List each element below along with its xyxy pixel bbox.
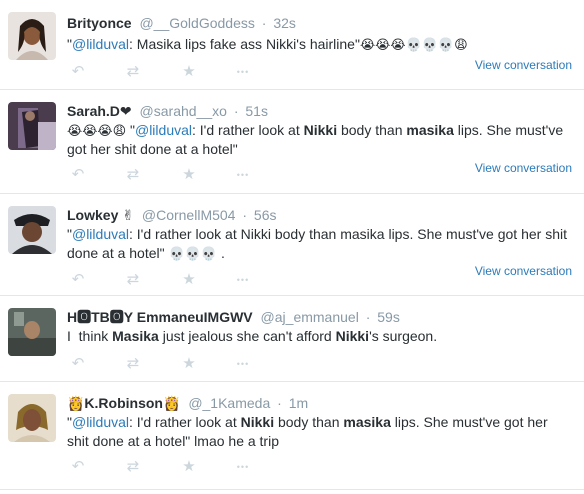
display-name[interactable]: Lowkey ✌ bbox=[67, 207, 134, 223]
tweet-text-segment: : Masika lips fake ass Nikki's hairline" bbox=[129, 36, 360, 52]
username[interactable]: @aj_emmanuel bbox=[261, 309, 359, 325]
tweet-text: "@lilduval: I'd rather look at Nikki bod… bbox=[67, 413, 572, 451]
highlighted-keyword: masika bbox=[406, 122, 454, 138]
tweet-text-segment: body than bbox=[337, 122, 407, 138]
tweet-text-segment: just jealous she can't afford bbox=[158, 328, 336, 344]
retweet-icon[interactable]: ⇄ bbox=[122, 458, 144, 476]
separator-dot: · bbox=[261, 15, 267, 31]
username[interactable]: @CornellM504 bbox=[142, 207, 236, 223]
mention-link[interactable]: @lilduval bbox=[72, 226, 129, 242]
view-conversation-link[interactable]: View conversation bbox=[475, 161, 572, 175]
view-conversation-link[interactable]: View conversation bbox=[475, 264, 572, 278]
tweet-text: "@lilduval: Masika lips fake ass Nikki's… bbox=[67, 35, 572, 54]
tweet[interactable]: H🅾TB🅾Y EmmaneuIMGWV @aj_emmanuel · 59s I… bbox=[0, 296, 584, 382]
mention-link[interactable]: @lilduval bbox=[72, 36, 129, 52]
highlighted-keyword: Nikki bbox=[303, 122, 338, 138]
tweet-text: 😭😭😭😩 "@lilduval: I'd rather look at Nikk… bbox=[67, 121, 572, 159]
avatar[interactable] bbox=[8, 12, 56, 60]
reply-icon[interactable]: ↶ bbox=[67, 63, 89, 81]
highlighted-keyword: masika bbox=[343, 414, 391, 430]
view-conversation-link[interactable]: View conversation bbox=[475, 58, 572, 72]
emoji-group: 😭😭😭😩 bbox=[67, 123, 127, 138]
retweet-icon[interactable]: ⇄ bbox=[122, 355, 144, 373]
tweet-text-segment: : I'd rather look at Nikki body than mas… bbox=[67, 226, 571, 261]
timestamp[interactable]: 56s bbox=[254, 207, 277, 223]
favorite-icon[interactable]: ★ bbox=[178, 271, 200, 289]
retweet-icon[interactable]: ⇄ bbox=[122, 166, 144, 184]
avatar[interactable] bbox=[8, 102, 56, 150]
more-icon[interactable]: ••• bbox=[230, 63, 256, 81]
username[interactable]: @__GoldGoddess bbox=[139, 15, 254, 31]
tweet-text-segment: . bbox=[217, 245, 225, 261]
favorite-icon[interactable]: ★ bbox=[178, 166, 200, 184]
separator-dot: · bbox=[365, 309, 371, 325]
reply-icon[interactable]: ↶ bbox=[67, 355, 89, 373]
tweet-actions: ↶ ⇄ ★ ••• bbox=[67, 63, 267, 81]
reply-icon[interactable]: ↶ bbox=[67, 458, 89, 476]
more-icon[interactable]: ••• bbox=[230, 271, 256, 289]
highlighted-keyword: Masika bbox=[112, 328, 159, 344]
more-icon[interactable]: ••• bbox=[230, 458, 256, 476]
username[interactable]: @_1Kameda bbox=[188, 395, 270, 411]
display-name[interactable]: 👸K.Robinson👸 bbox=[67, 395, 180, 411]
emoji-group: 💀💀💀 bbox=[168, 246, 218, 261]
tweet-text: I think Masika just jealous she can't af… bbox=[67, 327, 572, 346]
tweet-text-segment: I think bbox=[67, 328, 113, 344]
timestamp[interactable]: 51s bbox=[245, 103, 268, 119]
tweet-text-segment: body than bbox=[274, 414, 344, 430]
timestamp[interactable]: 32s bbox=[273, 15, 296, 31]
favorite-icon[interactable]: ★ bbox=[178, 355, 200, 373]
favorite-icon[interactable]: ★ bbox=[178, 458, 200, 476]
tweet-actions: ↶ ⇄ ★ ••• bbox=[67, 166, 267, 184]
tweet[interactable]: 👸K.Robinson👸 @_1Kameda · 1m "@lilduval: … bbox=[0, 382, 584, 490]
avatar[interactable] bbox=[8, 308, 56, 356]
display-name[interactable]: Brityonce bbox=[67, 15, 132, 31]
display-name[interactable]: Sarah.D❤ bbox=[67, 103, 132, 119]
reply-icon[interactable]: ↶ bbox=[67, 166, 89, 184]
tweet-actions: ↶ ⇄ ★ ••• bbox=[67, 271, 267, 289]
username[interactable]: @sarahd__xo bbox=[140, 103, 227, 119]
more-icon[interactable]: ••• bbox=[230, 355, 256, 373]
tweet[interactable]: Brityonce @__GoldGoddess · 32s "@lilduva… bbox=[0, 0, 584, 90]
tweet[interactable]: Lowkey ✌ @CornellM504 · 56s "@lilduval: … bbox=[0, 194, 584, 296]
favorite-icon[interactable]: ★ bbox=[178, 63, 200, 81]
mention-link[interactable]: @lilduval bbox=[72, 414, 129, 430]
tweet-actions: ↶ ⇄ ★ ••• bbox=[67, 355, 267, 373]
tweet-text: "@lilduval: I'd rather look at Nikki bod… bbox=[67, 225, 572, 263]
tweet-text-segment: " bbox=[126, 122, 135, 138]
reply-icon[interactable]: ↶ bbox=[67, 271, 89, 289]
mention-link[interactable]: @lilduval bbox=[135, 122, 192, 138]
highlighted-keyword: Nikki bbox=[335, 328, 370, 344]
avatar[interactable] bbox=[8, 394, 56, 442]
separator-dot: · bbox=[277, 395, 282, 411]
tweet-timeline: Brityonce @__GoldGoddess · 32s "@lilduva… bbox=[0, 0, 584, 494]
more-icon[interactable]: ••• bbox=[230, 166, 256, 184]
separator-dot: · bbox=[233, 103, 239, 119]
separator-dot: · bbox=[242, 207, 248, 223]
display-name[interactable]: H🅾TB🅾Y EmmaneuIMGWV bbox=[67, 309, 253, 325]
retweet-icon[interactable]: ⇄ bbox=[122, 63, 144, 81]
tweet-text-segment: : I'd rather look at bbox=[192, 122, 304, 138]
timestamp[interactable]: 1m bbox=[289, 395, 308, 411]
tweet-actions: ↶ ⇄ ★ ••• bbox=[67, 458, 267, 476]
highlighted-keyword: Nikki bbox=[240, 414, 275, 430]
tweet[interactable]: Sarah.D❤ @sarahd__xo · 51s 😭😭😭😩 "@lilduv… bbox=[0, 90, 584, 194]
retweet-icon[interactable]: ⇄ bbox=[122, 271, 144, 289]
emoji-group: 😭😭😭💀💀💀😩 bbox=[359, 37, 468, 52]
avatar[interactable] bbox=[8, 206, 56, 254]
tweet-text-segment: 's surgeon. bbox=[369, 328, 438, 344]
timestamp[interactable]: 59s bbox=[377, 309, 400, 325]
tweet-text-segment: : I'd rather look at bbox=[129, 414, 241, 430]
